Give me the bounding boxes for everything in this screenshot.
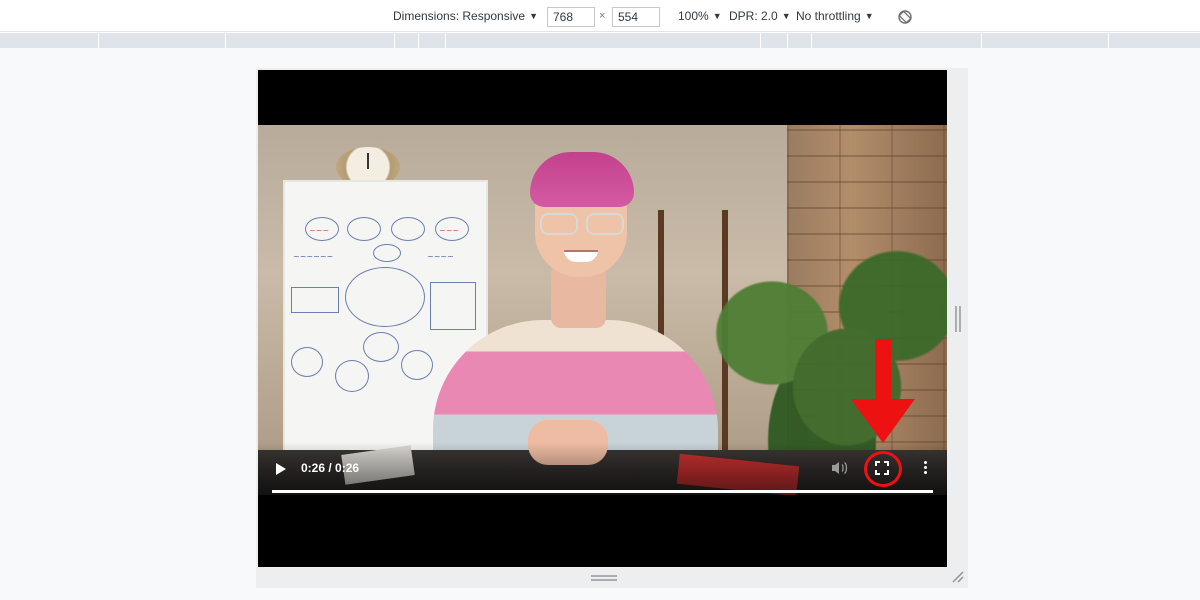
progress-bar[interactable]: [272, 490, 933, 493]
media-query-segment[interactable]: [1108, 33, 1109, 48]
bottom-resize-handle[interactable]: [591, 575, 617, 581]
chevron-down-icon: ▼: [529, 11, 538, 21]
dpr-dropdown[interactable]: DPR: 2.0 ▼: [729, 9, 791, 23]
video-player[interactable]: ~~~ ~~~ ~~~~~~ ~~~~ 0:26 / 0:26: [258, 70, 947, 567]
dimensions-label: Dimensions: Responsive: [393, 9, 526, 23]
chevron-down-icon: ▼: [864, 11, 874, 21]
height-input[interactable]: [612, 7, 660, 27]
throttling-label: No throttling: [796, 9, 861, 23]
dpr-label: DPR: 2.0: [729, 9, 778, 23]
media-query-segment[interactable]: [981, 33, 982, 48]
highlight-circle-annotation: [864, 451, 902, 487]
media-query-bar[interactable]: [0, 33, 1200, 48]
more-options-icon[interactable]: [922, 461, 928, 475]
rotate-icon[interactable]: [897, 9, 913, 25]
zoom-label: 100%: [678, 9, 709, 23]
video-frame: ~~~ ~~~ ~~~~~~ ~~~~: [258, 125, 947, 495]
media-query-segment[interactable]: [445, 33, 446, 48]
chevron-down-icon: ▼: [712, 11, 722, 21]
progress-fill: [272, 490, 933, 493]
time-display: 0:26 / 0:26: [301, 461, 360, 475]
media-query-segment[interactable]: [760, 33, 761, 48]
device-toolbar: Dimensions: Responsive▼ × 100%▼ DPR: 2.0…: [0, 0, 1200, 32]
throttling-dropdown[interactable]: No throttling ▼: [796, 9, 874, 23]
dimensions-dropdown[interactable]: Dimensions: Responsive ▼: [393, 9, 538, 23]
corner-resize-handle[interactable]: [951, 570, 964, 583]
zoom-dropdown[interactable]: 100% ▼: [678, 9, 722, 23]
media-query-segment[interactable]: [394, 33, 395, 48]
dimension-separator: ×: [599, 10, 606, 22]
media-query-segment[interactable]: [811, 33, 812, 48]
width-input[interactable]: [547, 7, 595, 27]
media-query-segment[interactable]: [418, 33, 419, 48]
media-query-segment[interactable]: [98, 33, 99, 48]
red-arrow-annotation: [851, 339, 915, 443]
right-resize-handle[interactable]: [955, 306, 961, 332]
media-query-segment[interactable]: [787, 33, 788, 48]
chevron-down-icon: ▼: [781, 11, 791, 21]
media-query-segment[interactable]: [225, 33, 226, 48]
play-icon[interactable]: [276, 463, 286, 475]
volume-icon[interactable]: [830, 460, 848, 476]
